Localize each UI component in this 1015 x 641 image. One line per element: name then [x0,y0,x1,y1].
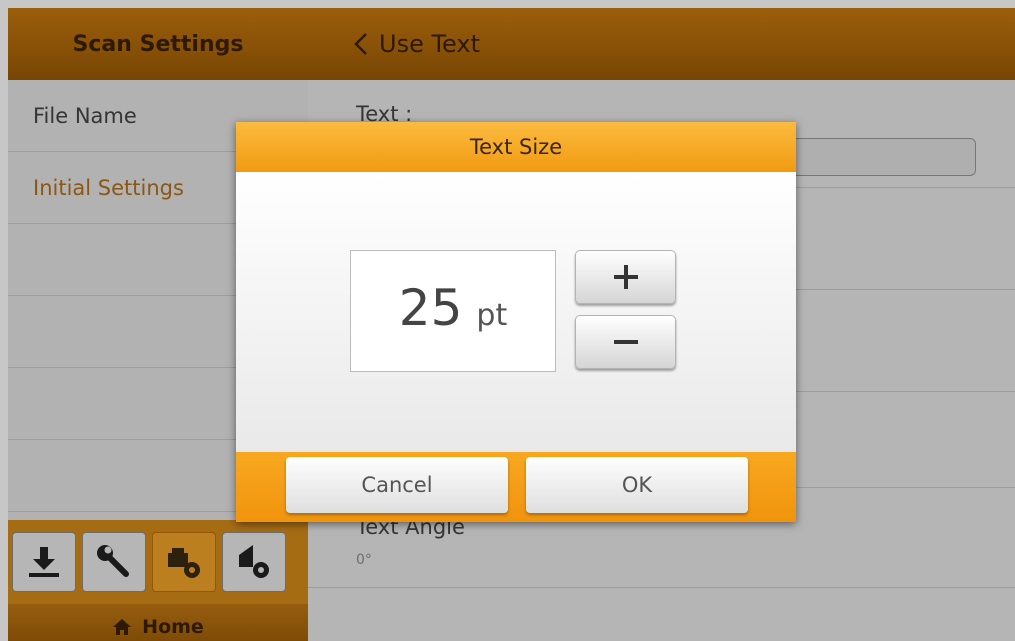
increase-button[interactable] [575,250,676,304]
dialog-footer: Cancel OK [236,452,796,522]
minus-icon [613,340,638,344]
decrease-button[interactable] [575,315,676,369]
dialog-title: Text Size [236,122,796,172]
text-size-dialog: Text Size 25 pt Cancel OK [236,122,796,522]
text-size-value: 25 [398,279,463,337]
text-size-unit: pt [476,298,508,333]
plus-icon [613,265,638,289]
ok-button[interactable]: OK [526,457,748,513]
text-size-field[interactable]: 25 pt [350,250,556,372]
dialog-body: 25 pt [236,172,796,452]
cancel-button[interactable]: Cancel [286,457,508,513]
